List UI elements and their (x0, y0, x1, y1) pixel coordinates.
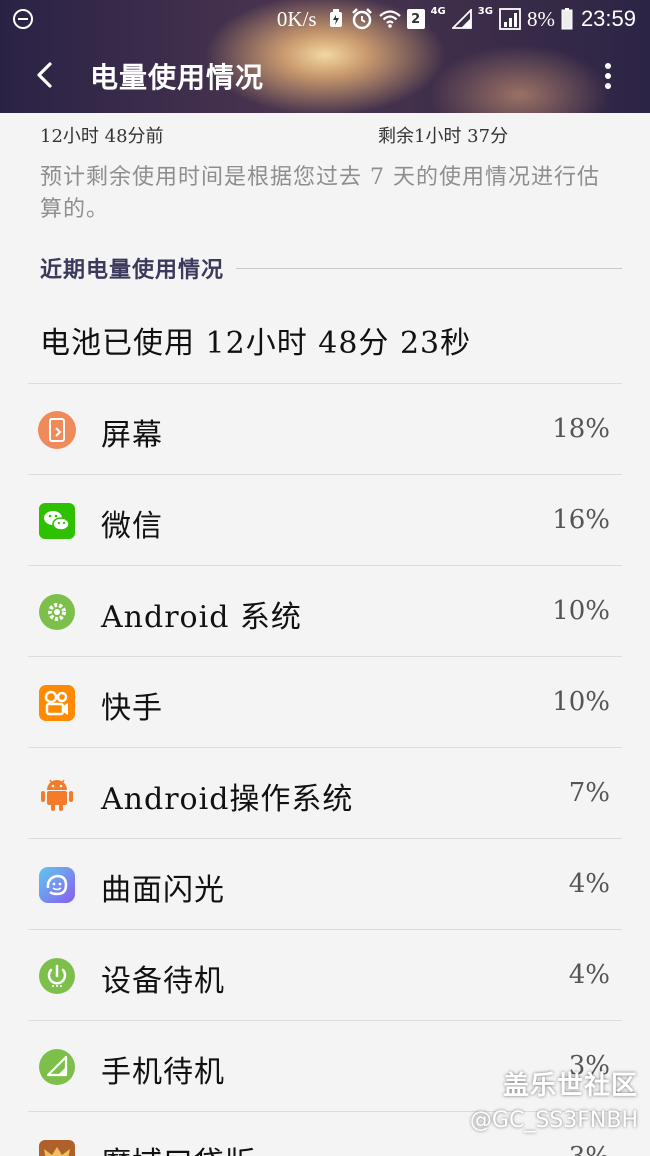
usb-debug-icon (329, 9, 342, 27)
list-item-label: 魔域口袋版 (101, 1138, 256, 1156)
more-vertical-icon[interactable] (604, 62, 612, 90)
estimate-description: 预计剩余使用时间是根据您过去 7 天的使用情况进行估算的。 (40, 165, 600, 222)
list-item-percent: 10% (552, 687, 610, 717)
list-item[interactable]: Android操作系统 7% (28, 747, 622, 838)
watermark: 盖乐世社区 @GC_SS3FNBH (470, 1065, 638, 1133)
list-item-label: 曲面闪光 (101, 873, 225, 908)
battery-percent: 8% (526, 6, 555, 31)
signal-icon-1 (451, 9, 472, 29)
game-icon (39, 1140, 75, 1156)
list-item-percent: 16% (552, 505, 610, 535)
list-item-percent: 18% (552, 414, 610, 444)
signal-icon-2 (499, 8, 521, 30)
section-divider (236, 267, 622, 269)
network-type-3g: 3G (477, 6, 493, 17)
clock: 23:59 (580, 6, 636, 31)
list-item[interactable]: Android 系统 10% (28, 565, 622, 656)
remaining-time-label: 剩余1小时 37分 (378, 126, 509, 147)
kuaishou-icon (39, 685, 75, 721)
status-bar: 0K/s 2 4G 3G 8% 23:59 (0, 0, 650, 38)
list-item-label: 手机待机 (101, 1055, 225, 1090)
do-not-disturb-icon (13, 9, 33, 29)
phone-signal-icon (39, 1049, 75, 1085)
edge-lighting-icon (39, 867, 75, 903)
wifi-icon (378, 10, 401, 28)
list-item-label: 设备待机 (101, 964, 225, 999)
sim-2-badge: 2 (406, 9, 425, 29)
list-item[interactable]: 设备待机 4% (28, 929, 622, 1020)
list-item-percent: 7% (568, 778, 610, 808)
usage-since-label: 12小时 48分前 (40, 126, 164, 147)
list-item-label: 快手 (101, 691, 163, 726)
alarm-icon (351, 8, 372, 30)
list-item[interactable]: 屏幕 18% (28, 383, 622, 474)
device-standby-power-icon (39, 958, 75, 994)
list-item[interactable]: 微信 16% (28, 474, 622, 565)
list-item-percent: 10% (552, 596, 610, 626)
list-item-label: 屏幕 (101, 418, 163, 453)
android-robot-icon (41, 779, 73, 811)
battery-used-duration: 电池已使用 12小时 48分 23秒 (40, 326, 472, 361)
page-title: 电量使用情况 (90, 61, 265, 94)
list-item-percent: 4% (568, 960, 610, 990)
battery-icon (561, 8, 573, 30)
screen-icon (38, 411, 76, 449)
wechat-icon (39, 503, 75, 539)
section-title: 近期电量使用情况 (40, 257, 225, 283)
list-item-percent: 4% (568, 869, 610, 899)
list-item-label: 微信 (101, 509, 163, 544)
toolbar: 电量使用情况 (0, 38, 650, 113)
section-header: 近期电量使用情况 (40, 253, 622, 283)
android-system-gear-icon (39, 594, 75, 630)
list-item-label: Android操作系统 (101, 782, 354, 817)
network-speed: 0K/s (276, 6, 317, 31)
watermark-handle: @GC_SS3FNBH (469, 1108, 638, 1133)
list-item[interactable]: 快手 10% (28, 656, 622, 747)
list-item[interactable]: 曲面闪光 4% (28, 838, 622, 929)
list-item-percent: 3% (569, 1142, 610, 1156)
back-arrow-icon[interactable] (28, 58, 62, 92)
network-type-4g: 4G (430, 6, 446, 17)
watermark-title: 盖乐世社区 (502, 1071, 638, 1101)
list-item-label: Android 系统 (101, 600, 302, 635)
app-usage-list: 屏幕 18% 微信 16% Android 系统 10% 快手 10% Andr… (28, 383, 622, 1156)
